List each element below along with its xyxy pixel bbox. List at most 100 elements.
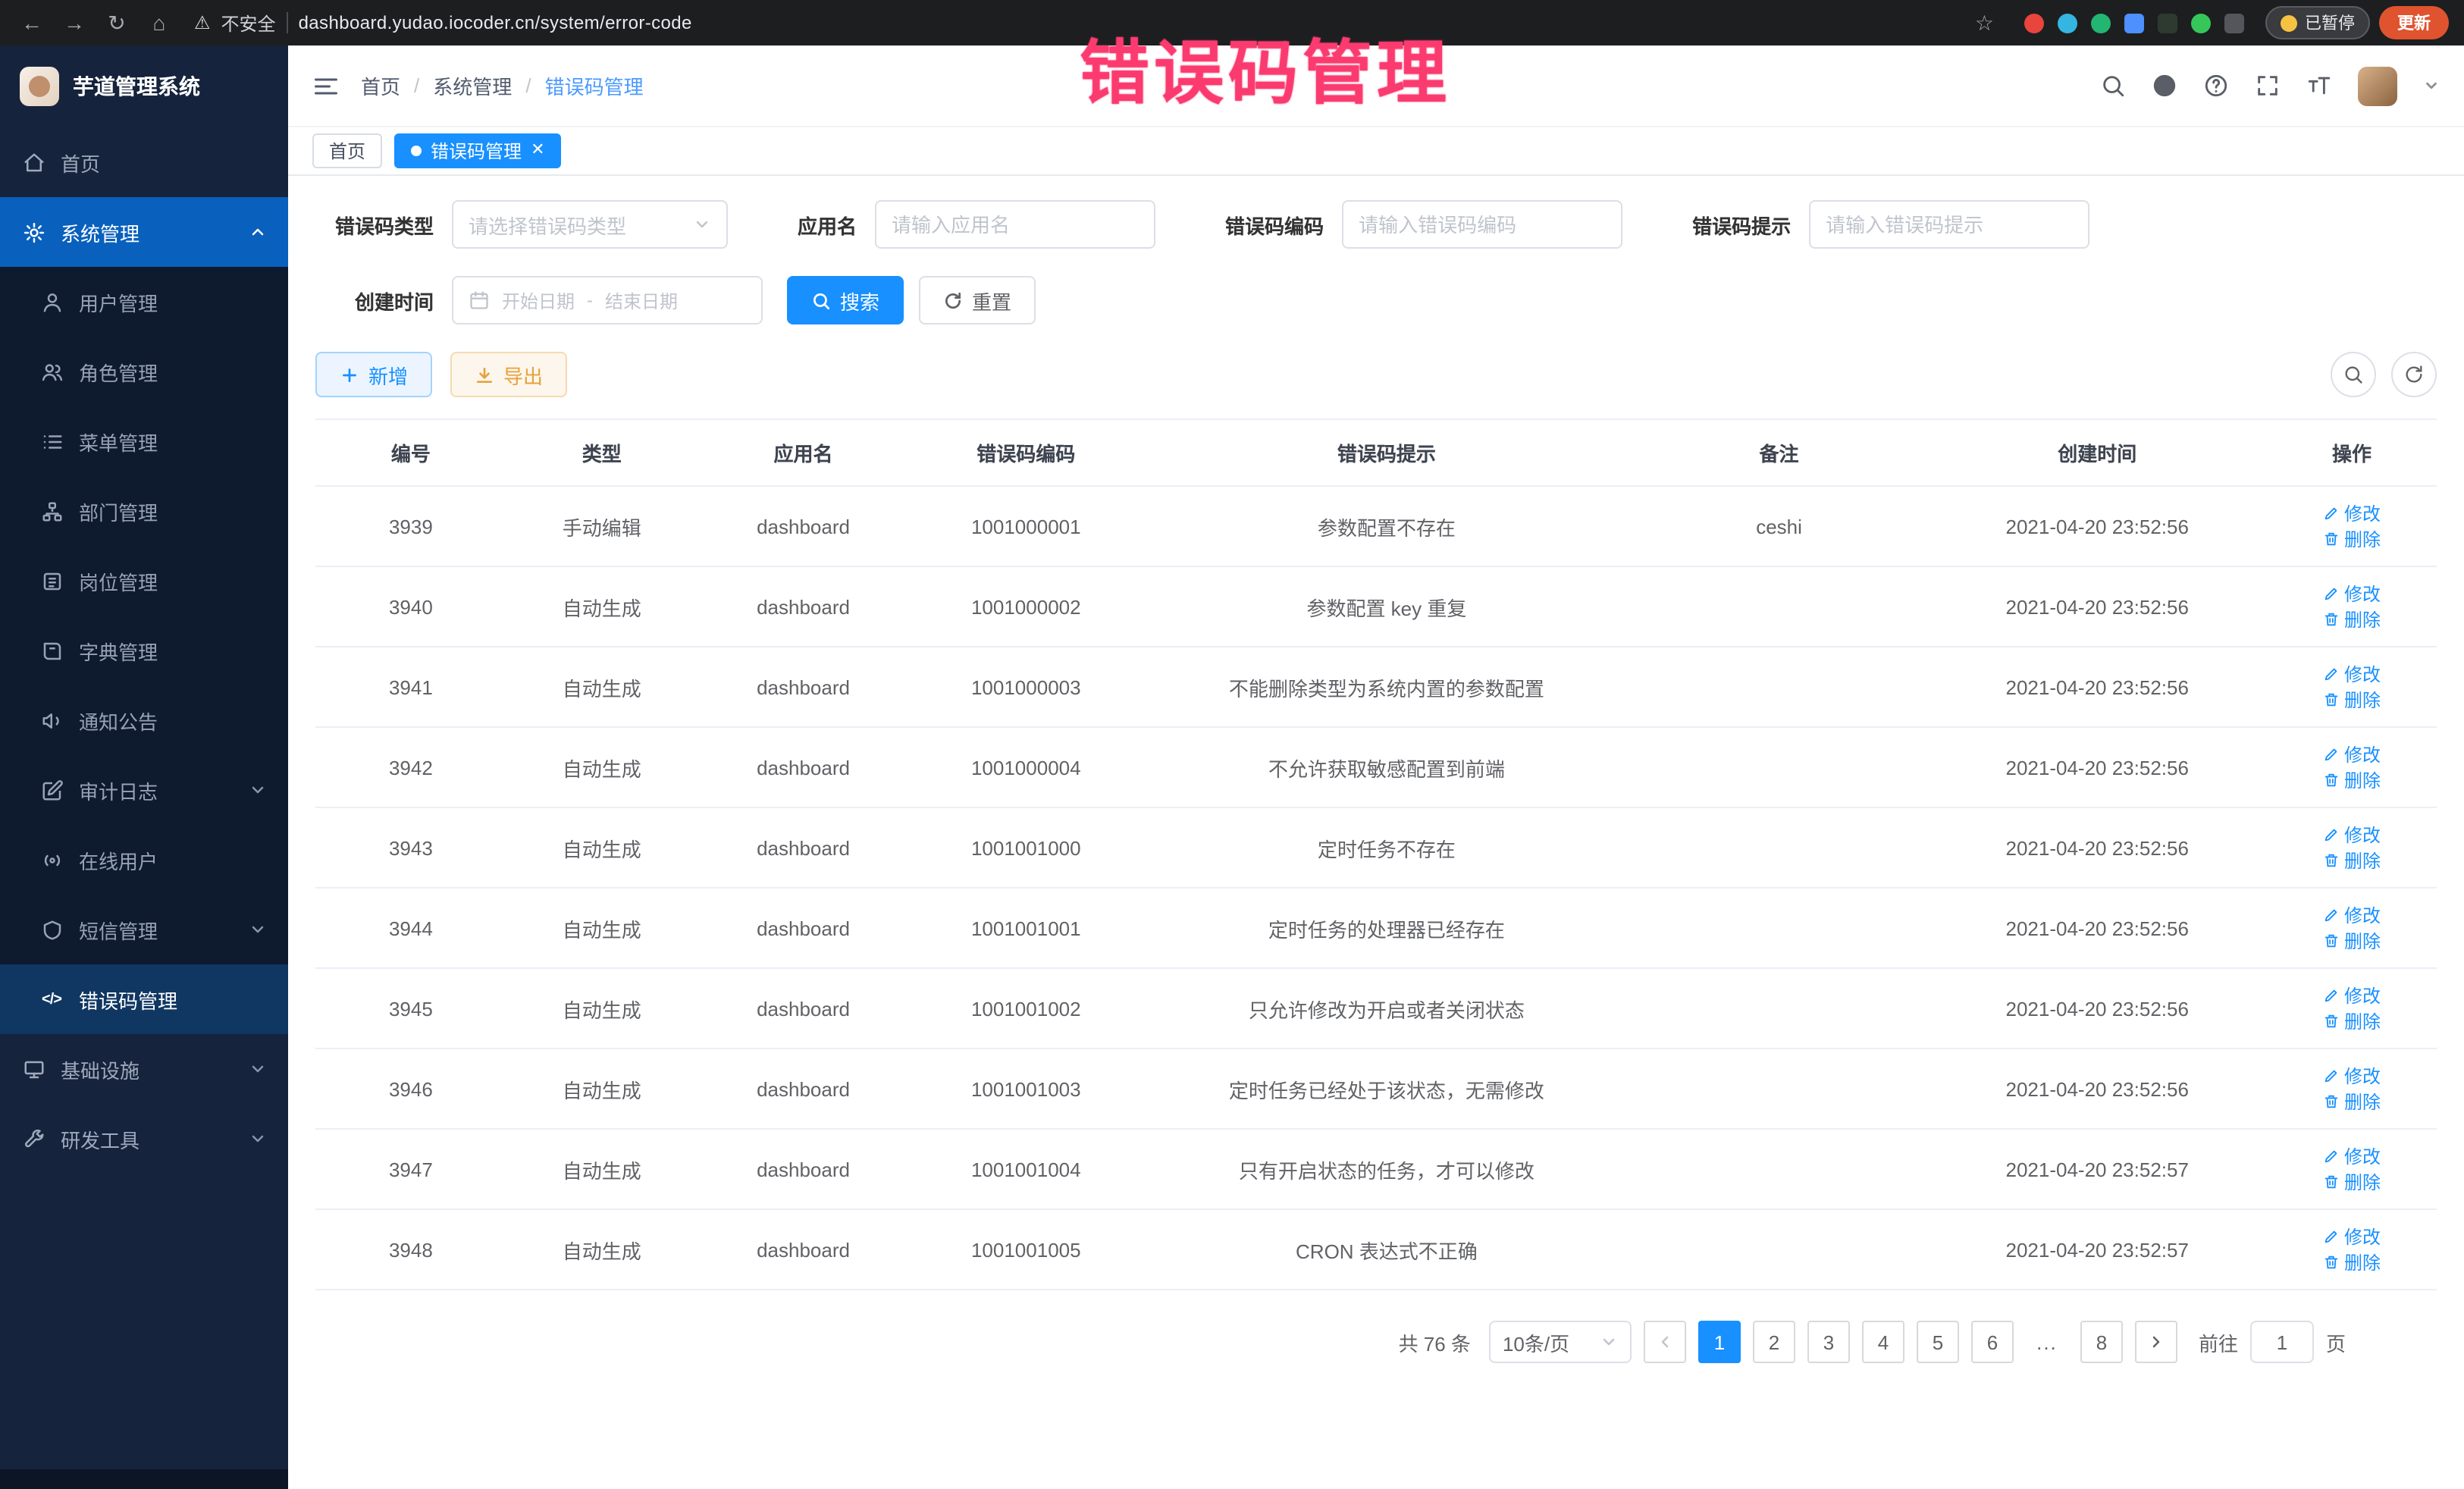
goto-page-input[interactable] <box>2250 1321 2314 1363</box>
search-button[interactable]: 搜索 <box>787 276 904 324</box>
help-icon[interactable] <box>2203 73 2229 99</box>
delete-link[interactable]: 删除 <box>2323 687 2381 713</box>
search-icon[interactable] <box>2100 73 2126 99</box>
user-avatar[interactable] <box>2358 66 2397 105</box>
extension-icon[interactable] <box>2158 13 2177 33</box>
reset-button[interactable]: 重置 <box>919 276 1036 324</box>
export-button[interactable]: 导出 <box>450 352 567 397</box>
extension-icon[interactable] <box>2058 13 2077 33</box>
sidebar-item-user-mgmt[interactable]: 用户管理 <box>0 267 288 337</box>
edit-link[interactable]: 修改 <box>2323 983 2381 1008</box>
page-button[interactable]: 6 <box>1971 1321 2014 1363</box>
bookmark-star-icon[interactable]: ☆ <box>1975 10 1994 36</box>
sidebar-collapse-bar[interactable] <box>0 1469 288 1489</box>
browser-home-icon[interactable]: ⌂ <box>143 11 176 35</box>
cell-time: 2021-04-20 23:52:57 <box>1927 1146 2267 1193</box>
toggle-search-icon[interactable] <box>2331 352 2376 397</box>
breadcrumb-system[interactable]: 系统管理 <box>433 71 512 100</box>
back-icon[interactable]: ← <box>15 11 49 35</box>
sidebar-item-post-mgmt[interactable]: 岗位管理 <box>0 546 288 616</box>
delete-link[interactable]: 删除 <box>2323 1169 2381 1195</box>
error-type-select[interactable]: 请选择错误码类型 <box>452 200 728 249</box>
add-button[interactable]: 新增 <box>315 352 432 397</box>
github-icon[interactable] <box>2152 73 2177 99</box>
delete-link[interactable]: 删除 <box>2323 526 2381 552</box>
page-button[interactable]: 1 <box>1698 1321 1741 1363</box>
breadcrumb-home[interactable]: 首页 <box>361 71 400 100</box>
tab-home[interactable]: 首页 <box>312 133 382 168</box>
page-button[interactable]: 3 <box>1807 1321 1850 1363</box>
refresh-icon[interactable] <box>2391 352 2437 397</box>
pager-pages: 123456... 8 <box>1698 1321 2123 1363</box>
sidebar-item-role-mgmt[interactable]: 角色管理 <box>0 337 288 406</box>
app-logo[interactable]: 芋道管理系统 <box>0 45 288 127</box>
reload-icon[interactable]: ↻ <box>100 10 133 36</box>
sidebar-item-dept-mgmt[interactable]: 部门管理 <box>0 476 288 546</box>
reset-button-label: 重置 <box>972 286 1011 315</box>
delete-link[interactable]: 删除 <box>2323 1008 2381 1034</box>
page-size-select[interactable]: 10条/页 <box>1489 1321 1632 1363</box>
sidebar-item-dict-mgmt[interactable]: 字典管理 <box>0 616 288 685</box>
font-size-icon[interactable] <box>2306 73 2332 99</box>
next-page-button[interactable] <box>2135 1321 2177 1363</box>
error-msg-input[interactable] <box>1809 200 2089 249</box>
tab-error-code[interactable]: 错误码管理 ✕ <box>394 133 561 168</box>
menu-fold-icon[interactable] <box>312 72 340 99</box>
sidebar-item-sms-mgmt[interactable]: 短信管理 <box>0 895 288 964</box>
update-button[interactable]: 更新 <box>2379 6 2449 39</box>
edit-link[interactable]: 修改 <box>2323 822 2381 848</box>
edit-link[interactable]: 修改 <box>2323 1063 2381 1089</box>
sidebar-item-devtools[interactable]: 研发工具 <box>0 1104 288 1174</box>
delete-link[interactable]: 删除 <box>2323 848 2381 873</box>
start-date-placeholder: 开始日期 <box>502 287 575 313</box>
edit-link[interactable]: 修改 <box>2323 581 2381 607</box>
sidebar-item-audit-log[interactable]: 审计日志 <box>0 755 288 825</box>
sidebar-item-online-users[interactable]: 在线用户 <box>0 825 288 895</box>
fullscreen-icon[interactable] <box>2255 73 2281 99</box>
edit-link[interactable]: 修改 <box>2323 741 2381 767</box>
sidebar-item-notice-mgmt[interactable]: 通知公告 <box>0 685 288 755</box>
edit-link-label: 修改 <box>2344 661 2381 687</box>
goto-label: 前往 <box>2199 1328 2238 1356</box>
error-code-input[interactable] <box>1342 200 1622 249</box>
forward-icon[interactable]: → <box>58 11 91 35</box>
chevron-down-icon[interactable] <box>2423 77 2440 94</box>
edit-link[interactable]: 修改 <box>2323 902 2381 928</box>
page-button[interactable]: 4 <box>1862 1321 1904 1363</box>
date-range-picker[interactable]: 开始日期 - 结束日期 <box>452 276 763 324</box>
cell-id: 3942 <box>315 744 506 791</box>
extension-icon[interactable] <box>2191 13 2211 33</box>
chevron-down-icon <box>249 1130 267 1148</box>
sidebar-item-system[interactable]: 系统管理 <box>0 197 288 267</box>
select-placeholder: 请选择错误码类型 <box>469 210 626 239</box>
sidebar-item-menu-mgmt[interactable]: 菜单管理 <box>0 406 288 476</box>
cell-operations: 修改 删除 <box>2267 810 2437 886</box>
paused-badge[interactable]: 已暂停 <box>2265 6 2370 39</box>
delete-link[interactable]: 删除 <box>2323 1089 2381 1114</box>
page-button[interactable]: 5 <box>1917 1321 1959 1363</box>
app-name-input[interactable] <box>875 200 1155 249</box>
page-button[interactable]: 8 <box>2080 1321 2123 1363</box>
delete-link[interactable]: 删除 <box>2323 607 2381 632</box>
cell-memo <box>1631 1157 1928 1181</box>
sidebar-item-error-code[interactable]: </> 错误码管理 <box>0 964 288 1034</box>
delete-link[interactable]: 删除 <box>2323 928 2381 954</box>
extension-icon[interactable] <box>2124 13 2144 33</box>
close-icon[interactable]: ✕ <box>531 143 544 159</box>
sidebar-item-infrastructure[interactable]: 基础设施 <box>0 1034 288 1104</box>
edit-link[interactable]: 修改 <box>2323 1224 2381 1249</box>
edit-link[interactable]: 修改 <box>2323 1143 2381 1169</box>
cell-app: dashboard <box>698 985 910 1032</box>
puzzle-extension-icon[interactable] <box>2224 13 2244 33</box>
extension-icon[interactable] <box>2024 13 2044 33</box>
extension-icon[interactable] <box>2091 13 2111 33</box>
page-button[interactable]: 2 <box>1753 1321 1795 1363</box>
chevron-down-icon <box>249 781 267 799</box>
delete-link[interactable]: 删除 <box>2323 767 2381 793</box>
sidebar-item-home[interactable]: 首页 <box>0 127 288 197</box>
delete-link[interactable]: 删除 <box>2323 1249 2381 1275</box>
edit-link[interactable]: 修改 <box>2323 661 2381 687</box>
prev-page-button[interactable] <box>1644 1321 1686 1363</box>
page-button[interactable]: ... <box>2026 1321 2068 1363</box>
edit-link[interactable]: 修改 <box>2323 500 2381 526</box>
